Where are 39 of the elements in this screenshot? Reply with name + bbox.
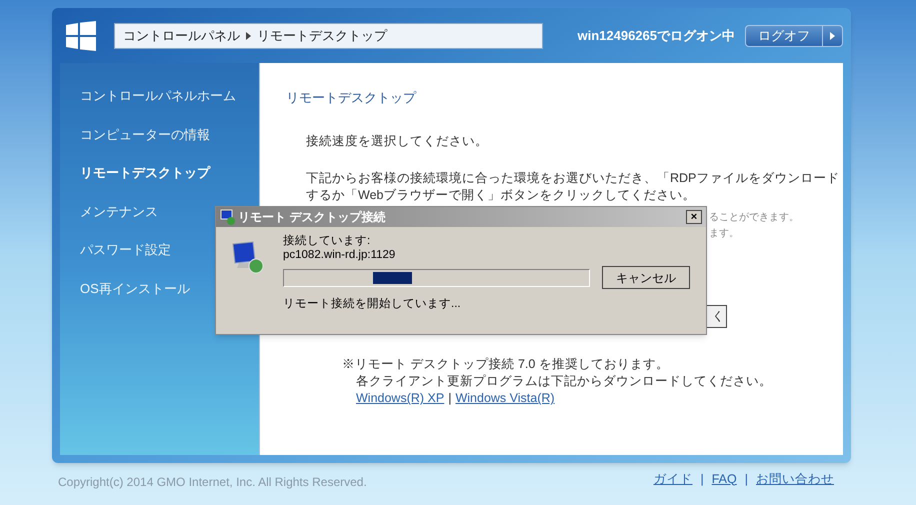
note-text: ※リモート デスクトップ接続 7.0 を推奨しております。	[342, 356, 669, 374]
section-heading: リモートデスクトップ	[286, 89, 418, 107]
footer-link[interactable]: FAQ	[712, 470, 737, 488]
host-text: pc1082.win-rd.jp:1129	[283, 248, 396, 262]
logoff-button[interactable]: ログオフ	[745, 24, 823, 46]
link-separator: |	[700, 470, 704, 488]
separator-icon	[246, 32, 251, 40]
faded-text: ます。	[709, 227, 740, 241]
download-link[interactable]: Windows Vista(R)	[455, 390, 555, 408]
link-separator: |	[448, 390, 452, 408]
sidebar-item[interactable]: メンテナンス	[80, 202, 158, 221]
close-button[interactable]: ×	[686, 210, 702, 224]
computer-icon	[231, 241, 264, 274]
prompt-text: 接続速度を選択してください。	[306, 132, 489, 150]
caret-icon	[830, 32, 835, 40]
footer-link[interactable]: ガイド	[653, 470, 692, 488]
status-text: 接続しています:	[283, 234, 370, 248]
note-text: 各クライアント更新プログラムは下記からダウンロードしてください。	[356, 373, 772, 390]
link-separator: |	[744, 470, 748, 488]
download-link[interactable]: Windows(R) XP	[356, 390, 444, 408]
breadcrumb-item[interactable]: コントロールパネル	[123, 26, 240, 46]
window-logo-icon	[66, 20, 96, 50]
copyright-text: Copyright(c) 2014 GMO Internet, Inc. All Rights Reserved.	[58, 474, 367, 491]
footer-link[interactable]: お問い合わせ	[756, 470, 834, 488]
sidebar-item[interactable]: OS再インストール	[80, 278, 190, 298]
intro-text: するか「Webブラウザーで開く」ボタンをクリックしてください。	[306, 187, 696, 204]
sidebar-item[interactable]: コントロールパネルホーム	[80, 86, 236, 106]
cancel-button[interactable]: キャンセル	[602, 266, 690, 289]
breadcrumb-item[interactable]: リモートデスクトップ	[257, 26, 387, 46]
intro-text: 下記からお客様の接続環境に合った環境をお選びいただき、「RDPファイルをダウンロード	[306, 170, 840, 188]
sidebar-item[interactable]: コンピューターの情報	[80, 124, 210, 144]
sidebar-item[interactable]: リモートデスクトップ	[80, 163, 210, 182]
dropdown-button[interactable]	[823, 24, 843, 46]
dialog-title: リモート デスクトップ接続	[238, 209, 386, 226]
monitor-icon	[220, 209, 236, 225]
logon-status: win12496265でログオン中	[577, 26, 735, 45]
sidebar-item[interactable]: パスワード設定	[80, 240, 171, 260]
faded-text: ることができます。	[709, 211, 799, 225]
message-text: リモート接続を開始しています...	[283, 297, 461, 311]
